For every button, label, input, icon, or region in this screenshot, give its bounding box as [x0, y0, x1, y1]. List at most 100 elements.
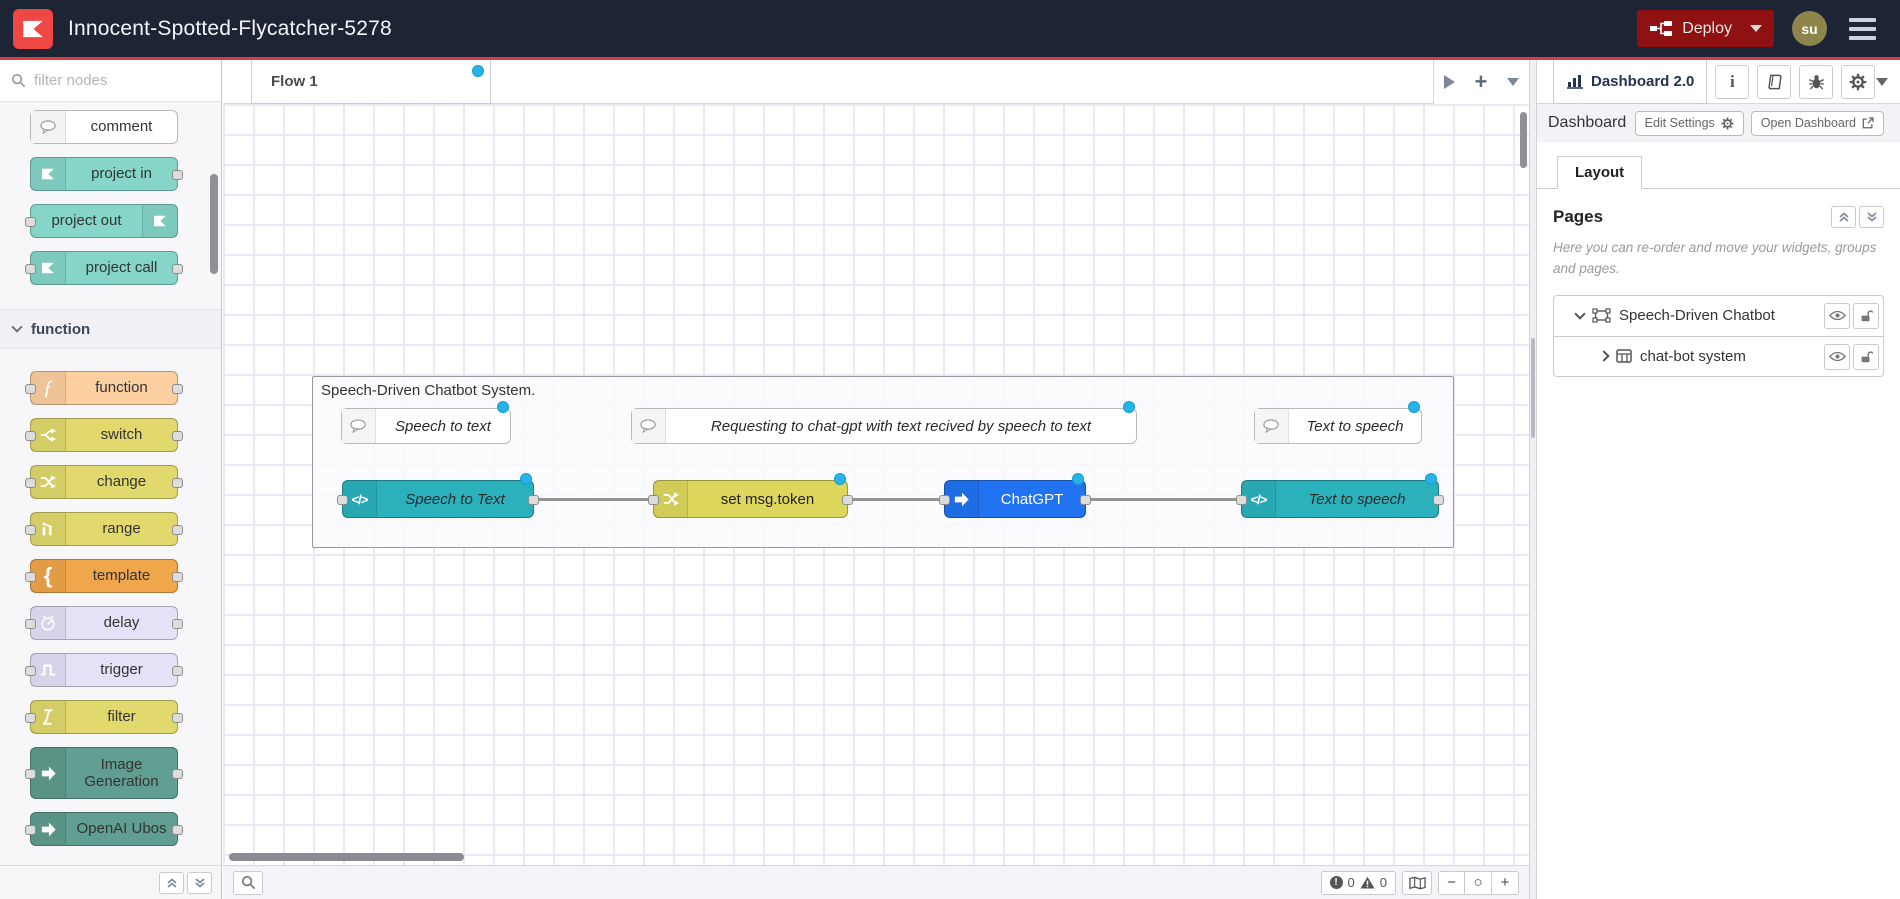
input-port[interactable]	[25, 619, 36, 629]
output-port[interactable]	[1080, 495, 1091, 505]
palette-node-project-in[interactable]: project in	[30, 157, 183, 191]
output-port[interactable]	[172, 525, 183, 535]
page-item-chat-bot-system[interactable]: chat-bot system	[1554, 335, 1883, 376]
navigator-button[interactable]	[1402, 870, 1432, 895]
sidebar-menu-caret-icon[interactable]	[1876, 77, 1888, 86]
lock-button[interactable]	[1853, 343, 1879, 370]
palette-node-template[interactable]: { template	[25, 559, 183, 593]
palette-node-change[interactable]: change	[25, 465, 183, 499]
output-port[interactable]	[172, 264, 183, 274]
comment-node-speech-to-text[interactable]: Speech to text	[341, 401, 511, 444]
output-port[interactable]	[172, 619, 183, 629]
palette-node-delay[interactable]: delay	[25, 606, 183, 640]
palette-node-project-call[interactable]: project call	[25, 251, 183, 285]
canvas-vertical-scrollbar[interactable]	[1520, 112, 1527, 168]
input-port[interactable]	[25, 825, 36, 835]
chevron-right-icon[interactable]	[1598, 350, 1610, 363]
canvas-search-button[interactable]	[233, 870, 263, 895]
palette-node-image-generation[interactable]: Image Generation	[25, 747, 183, 799]
node-chatgpt[interactable]: ChatGPT	[939, 473, 1091, 518]
input-port[interactable]	[337, 495, 348, 505]
input-port[interactable]	[25, 713, 36, 723]
palette-category-function[interactable]: function	[0, 309, 221, 349]
input-port[interactable]	[25, 431, 36, 441]
debug-tab-button[interactable]	[1799, 64, 1834, 99]
output-port[interactable]	[172, 825, 183, 835]
visibility-button[interactable]	[1824, 302, 1850, 329]
wire[interactable]	[1091, 498, 1237, 501]
collapse-all-button[interactable]	[1831, 206, 1856, 228]
input-port[interactable]	[1236, 495, 1247, 505]
comment-node-text-to-speech[interactable]: Text to speech	[1254, 401, 1422, 444]
open-dashboard-button[interactable]: Open Dashboard	[1750, 110, 1884, 136]
tab-dashboard-2[interactable]: Dashboard 2.0	[1553, 59, 1708, 104]
output-port[interactable]	[842, 495, 853, 505]
input-port[interactable]	[25, 384, 36, 394]
input-port[interactable]	[939, 495, 950, 505]
main-menu-icon[interactable]	[1849, 17, 1876, 40]
visibility-button[interactable]	[1824, 343, 1850, 370]
input-port[interactable]	[25, 478, 36, 488]
wire[interactable]	[853, 498, 940, 501]
user-avatar[interactable]: su	[1792, 11, 1827, 46]
tab-layout[interactable]: Layout	[1557, 156, 1643, 189]
output-port[interactable]	[172, 431, 183, 441]
palette-node-filter[interactable]: filter	[25, 700, 183, 734]
flow-group[interactable]: Speech-Driven Chatbot System.	[312, 376, 1454, 548]
zoom-out-button[interactable]: −	[1438, 870, 1465, 895]
deploy-button[interactable]: Deploy	[1637, 10, 1774, 47]
input-port[interactable]	[25, 217, 36, 227]
output-port[interactable]	[528, 495, 539, 505]
tab-scroll-icon[interactable]	[1443, 75, 1455, 89]
palette-node-trigger[interactable]: trigger	[25, 653, 183, 687]
input-port[interactable]	[25, 525, 36, 535]
palette-node-function[interactable]: ƒ function	[25, 371, 183, 405]
edit-settings-button[interactable]: Edit Settings	[1634, 110, 1744, 136]
input-port[interactable]	[25, 769, 36, 779]
lock-button[interactable]	[1853, 302, 1879, 329]
palette-node-switch[interactable]: switch	[25, 418, 183, 452]
config-nodes-button[interactable]	[1841, 64, 1876, 99]
palette-node-project-out[interactable]: project out	[25, 204, 178, 238]
palette-collapse-all-button[interactable]	[159, 871, 184, 894]
palette-node-openai-ubos[interactable]: OpenAI Ubos	[25, 812, 183, 846]
zoom-in-button[interactable]: +	[1492, 870, 1519, 895]
palette-expand-all-button[interactable]	[187, 871, 212, 894]
chevron-down-icon[interactable]	[1574, 308, 1586, 320]
output-port[interactable]	[172, 384, 183, 394]
sidebar-splitter[interactable]	[1529, 60, 1537, 899]
input-port[interactable]	[25, 264, 36, 274]
input-port[interactable]	[648, 495, 659, 505]
info-tab-button[interactable]: i	[1715, 64, 1750, 99]
input-port[interactable]	[25, 572, 36, 582]
add-flow-button[interactable]: +	[1475, 71, 1488, 93]
flow-canvas[interactable]: Speech-Driven Chatbot System. Speech to …	[223, 104, 1529, 865]
node-speech-to-text[interactable]: </> Speech to Text	[337, 473, 539, 518]
palette-scrollbar[interactable]	[210, 174, 218, 274]
expand-all-button[interactable]	[1859, 206, 1884, 228]
output-port[interactable]	[172, 666, 183, 676]
page-item-speech-driven-chatbot[interactable]: Speech-Driven Chatbot S	[1554, 296, 1883, 336]
comment-node-chatgpt-request[interactable]: Requesting to chat-gpt with text recived…	[631, 401, 1137, 444]
canvas-horizontal-scrollbar[interactable]	[229, 853, 464, 861]
input-port[interactable]	[25, 666, 36, 676]
output-port[interactable]	[172, 170, 183, 180]
palette-node-comment[interactable]: comment	[30, 110, 178, 144]
palette-node-range[interactable]: range	[25, 512, 183, 546]
deploy-options-caret-icon[interactable]	[1750, 25, 1762, 32]
zoom-reset-button[interactable]: ○	[1465, 870, 1492, 895]
chevron-down-icon	[11, 321, 23, 333]
notification-counts[interactable]: ! 0 0	[1320, 870, 1396, 895]
flow-list-caret-icon[interactable]	[1507, 78, 1520, 86]
palette-search[interactable]: filter nodes	[0, 60, 221, 102]
output-port[interactable]	[172, 572, 183, 582]
output-port[interactable]	[172, 769, 183, 779]
output-port[interactable]	[172, 478, 183, 488]
help-tab-button[interactable]	[1757, 64, 1792, 99]
tab-flow-1[interactable]: Flow 1	[251, 60, 491, 104]
wire[interactable]	[539, 498, 649, 501]
output-port[interactable]	[1433, 495, 1444, 505]
output-port[interactable]	[172, 713, 183, 723]
node-set-msg-token[interactable]: set msg.token	[648, 473, 853, 518]
node-text-to-speech[interactable]: </> Text to speech	[1236, 473, 1444, 518]
